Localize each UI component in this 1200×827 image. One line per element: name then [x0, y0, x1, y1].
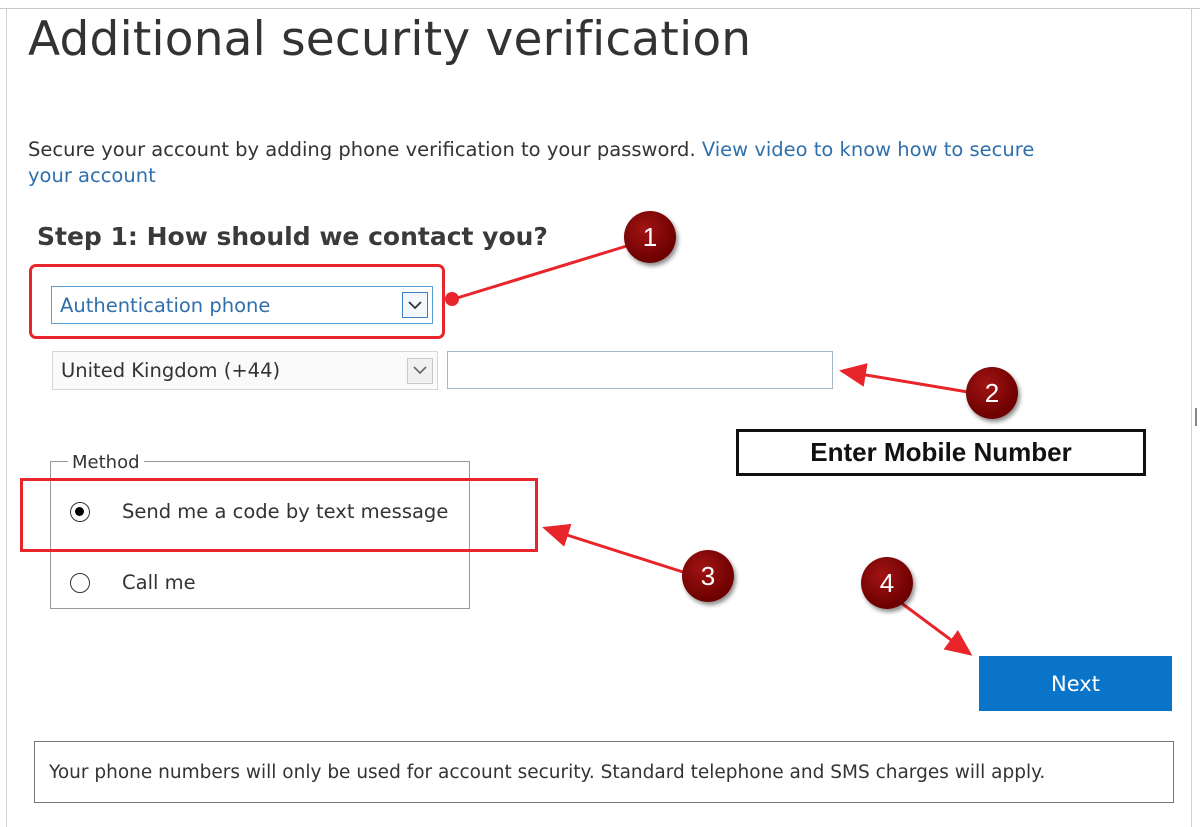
method-option-label: Call me — [122, 571, 196, 594]
window-left-border — [6, 8, 7, 827]
arrow-1-dot — [445, 292, 459, 306]
arrow-4 — [899, 600, 973, 656]
arrow-2 — [839, 363, 969, 394]
step-1-heading: Step 1: How should we contact you? — [37, 222, 548, 251]
intro-text: Secure your account by adding phone veri… — [28, 137, 1068, 189]
phone-number-input[interactable] — [447, 351, 833, 389]
window-top-border — [0, 0, 1200, 9]
enter-mobile-number-callout: Enter Mobile Number — [736, 429, 1146, 476]
intro-description: Secure your account by adding phone veri… — [28, 138, 702, 161]
step-badge-1: 1 — [624, 211, 676, 263]
arrow-3 — [542, 523, 684, 574]
next-button[interactable]: Next — [979, 656, 1172, 711]
country-code-value: United Kingdom (+44) — [61, 359, 281, 382]
step-badge-3: 3 — [682, 550, 734, 602]
radio-button-unchecked[interactable] — [70, 572, 90, 593]
method-legend: Method — [68, 452, 144, 474]
arrow-1 — [456, 243, 631, 300]
highlight-box-text-message — [20, 478, 538, 552]
chevron-down-icon[interactable] — [407, 357, 433, 384]
window-edge-mark — [1195, 408, 1197, 426]
footer-note: Your phone numbers will only be used for… — [34, 741, 1174, 803]
step-badge-2: 2 — [966, 367, 1018, 419]
highlight-box-contact-method — [29, 264, 445, 339]
country-code-select[interactable]: United Kingdom (+44) — [52, 351, 438, 390]
window-right-border — [1191, 8, 1192, 827]
method-option-call-me[interactable]: Call me — [70, 571, 196, 594]
page: Additional security verification Secure … — [0, 0, 1200, 827]
page-title: Additional security verification — [28, 12, 752, 67]
step-badge-4: 4 — [861, 557, 913, 609]
